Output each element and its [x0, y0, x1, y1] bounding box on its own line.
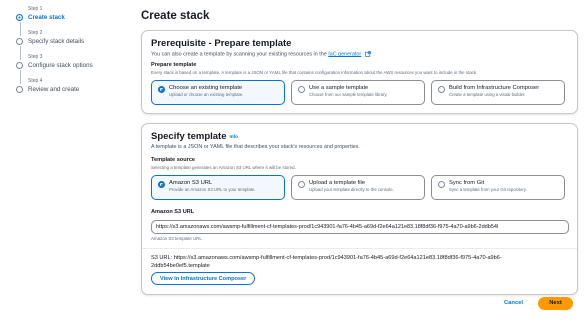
template-source-options: Amazon S3 URL Provide an Amazon S3 URL t… — [151, 175, 565, 200]
option-desc: Create a template using a visual builder… — [449, 92, 526, 97]
info-link[interactable]: Info — [230, 134, 238, 139]
prerequisite-container: Prerequisite - Prepare template You can … — [141, 30, 578, 114]
option-label: Upload a template file — [309, 180, 366, 186]
option-desc: Upload your template directly to the con… — [309, 187, 394, 192]
step-configure-stack-options[interactable]: Step 3 Configure stack options — [14, 54, 126, 84]
radio-icon[interactable] — [298, 181, 305, 188]
prerequisite-title: Prerequisite - Prepare template — [151, 38, 292, 49]
option-label: Amazon S3 URL — [169, 180, 213, 186]
option-sync-from-git[interactable]: Sync from Git Sync a template from your … — [431, 175, 565, 200]
amazon-s3-url-label: Amazon S3 URL — [151, 209, 195, 215]
template-source-desc: Selecting a template generates an Amazon… — [151, 165, 296, 170]
option-label: Choose an existing template — [169, 85, 243, 91]
step-number: Step 1 — [28, 6, 43, 12]
step-number: Step 3 — [28, 54, 43, 60]
option-build-from-composer[interactable]: Build from Infrastructure Composer Creat… — [431, 80, 565, 105]
step-name: Specify stack details — [28, 38, 85, 45]
option-choose-existing-template[interactable]: Choose an existing template Upload or ch… — [151, 80, 285, 105]
radio-icon[interactable] — [298, 86, 305, 93]
step-name: Create stack — [28, 14, 65, 21]
iac-generator-link[interactable]: IaC generator — [328, 51, 361, 57]
prerequisite-desc: You can also create a template by scanni… — [151, 51, 371, 57]
prepare-template-options: Choose an existing template Upload or ch… — [151, 80, 565, 105]
step-indicator-icon — [16, 38, 23, 45]
option-upload-template-file[interactable]: Upload a template file Upload your templ… — [291, 175, 425, 200]
prerequisite-desc-text: You can also create a template by scanni… — [151, 51, 327, 58]
radio-icon[interactable] — [438, 181, 445, 188]
s3-url-line-2: 2ddb54be0ef5.template — [151, 262, 210, 269]
step-specify-stack-details[interactable]: Step 2 Specify stack details — [14, 30, 126, 60]
cancel-button[interactable]: Cancel — [504, 300, 523, 306]
section-divider — [142, 248, 577, 249]
step-review-and-create[interactable]: Step 4 Review and create — [14, 78, 126, 102]
option-desc: Sync a template from your Git repository… — [449, 187, 527, 192]
step-name: Configure stack options — [28, 62, 93, 69]
option-label: Use a sample template — [309, 85, 369, 91]
option-use-sample-template[interactable]: Use a sample template Choose from our sa… — [291, 80, 425, 105]
amazon-s3-url-input[interactable]: https://s3.amazonaws.com/awsmp-fulfillme… — [151, 220, 569, 234]
specify-template-container: Specify template Info A template is a JSO… — [141, 123, 578, 295]
specify-template-desc: A template is a JSON or YAML file that d… — [151, 144, 360, 150]
prepare-template-label: Prepare template — [151, 62, 197, 68]
external-link-icon[interactable] — [364, 51, 371, 57]
option-amazon-s3-url[interactable]: Amazon S3 URL Provide an Amazon S3 URL t… — [151, 175, 285, 200]
step-indicator-icon — [16, 14, 23, 21]
view-in-composer-button[interactable]: View in Infrastructure Composer — [151, 272, 256, 285]
option-desc: Upload or choose an existing template. — [169, 92, 244, 97]
specify-template-title: Specify template Info — [151, 131, 238, 142]
wizard-steps: Step 1 Create stack Step 2 Specify stack… — [14, 6, 126, 102]
prepare-template-desc: Every stack is based on a template. A te… — [151, 70, 478, 75]
option-label: Build from Infrastructure Composer — [449, 85, 540, 91]
template-source-label: Template source — [151, 157, 196, 163]
step-name: Review and create — [28, 86, 80, 93]
amazon-s3-url-hint: Amazon S3 template URL — [151, 236, 202, 241]
step-indicator-icon — [16, 62, 23, 69]
s3-url-line-1: S3 URL: https://s3.amazonaws.com/awsmp-f… — [151, 255, 502, 261]
option-label: Sync from Git — [449, 180, 485, 186]
next-button[interactable]: Next — [538, 297, 573, 310]
page-title: Create stack — [141, 10, 210, 22]
s3-url-readout: S3 URL: https://s3.amazonaws.com/awsmp-f… — [151, 255, 569, 270]
radio-icon[interactable] — [438, 86, 445, 93]
radio-selected-icon[interactable] — [158, 86, 165, 93]
step-number: Step 4 — [28, 78, 43, 84]
specify-template-title-text: Specify template — [151, 131, 227, 142]
option-desc: Provide an Amazon S3 URL to your templat… — [169, 187, 256, 192]
step-number: Step 2 — [28, 30, 43, 36]
radio-selected-icon[interactable] — [158, 181, 165, 188]
step-indicator-icon — [16, 86, 23, 93]
step-create-stack[interactable]: Step 1 Create stack — [14, 6, 126, 36]
option-desc: Choose from our sample template library. — [309, 92, 388, 97]
